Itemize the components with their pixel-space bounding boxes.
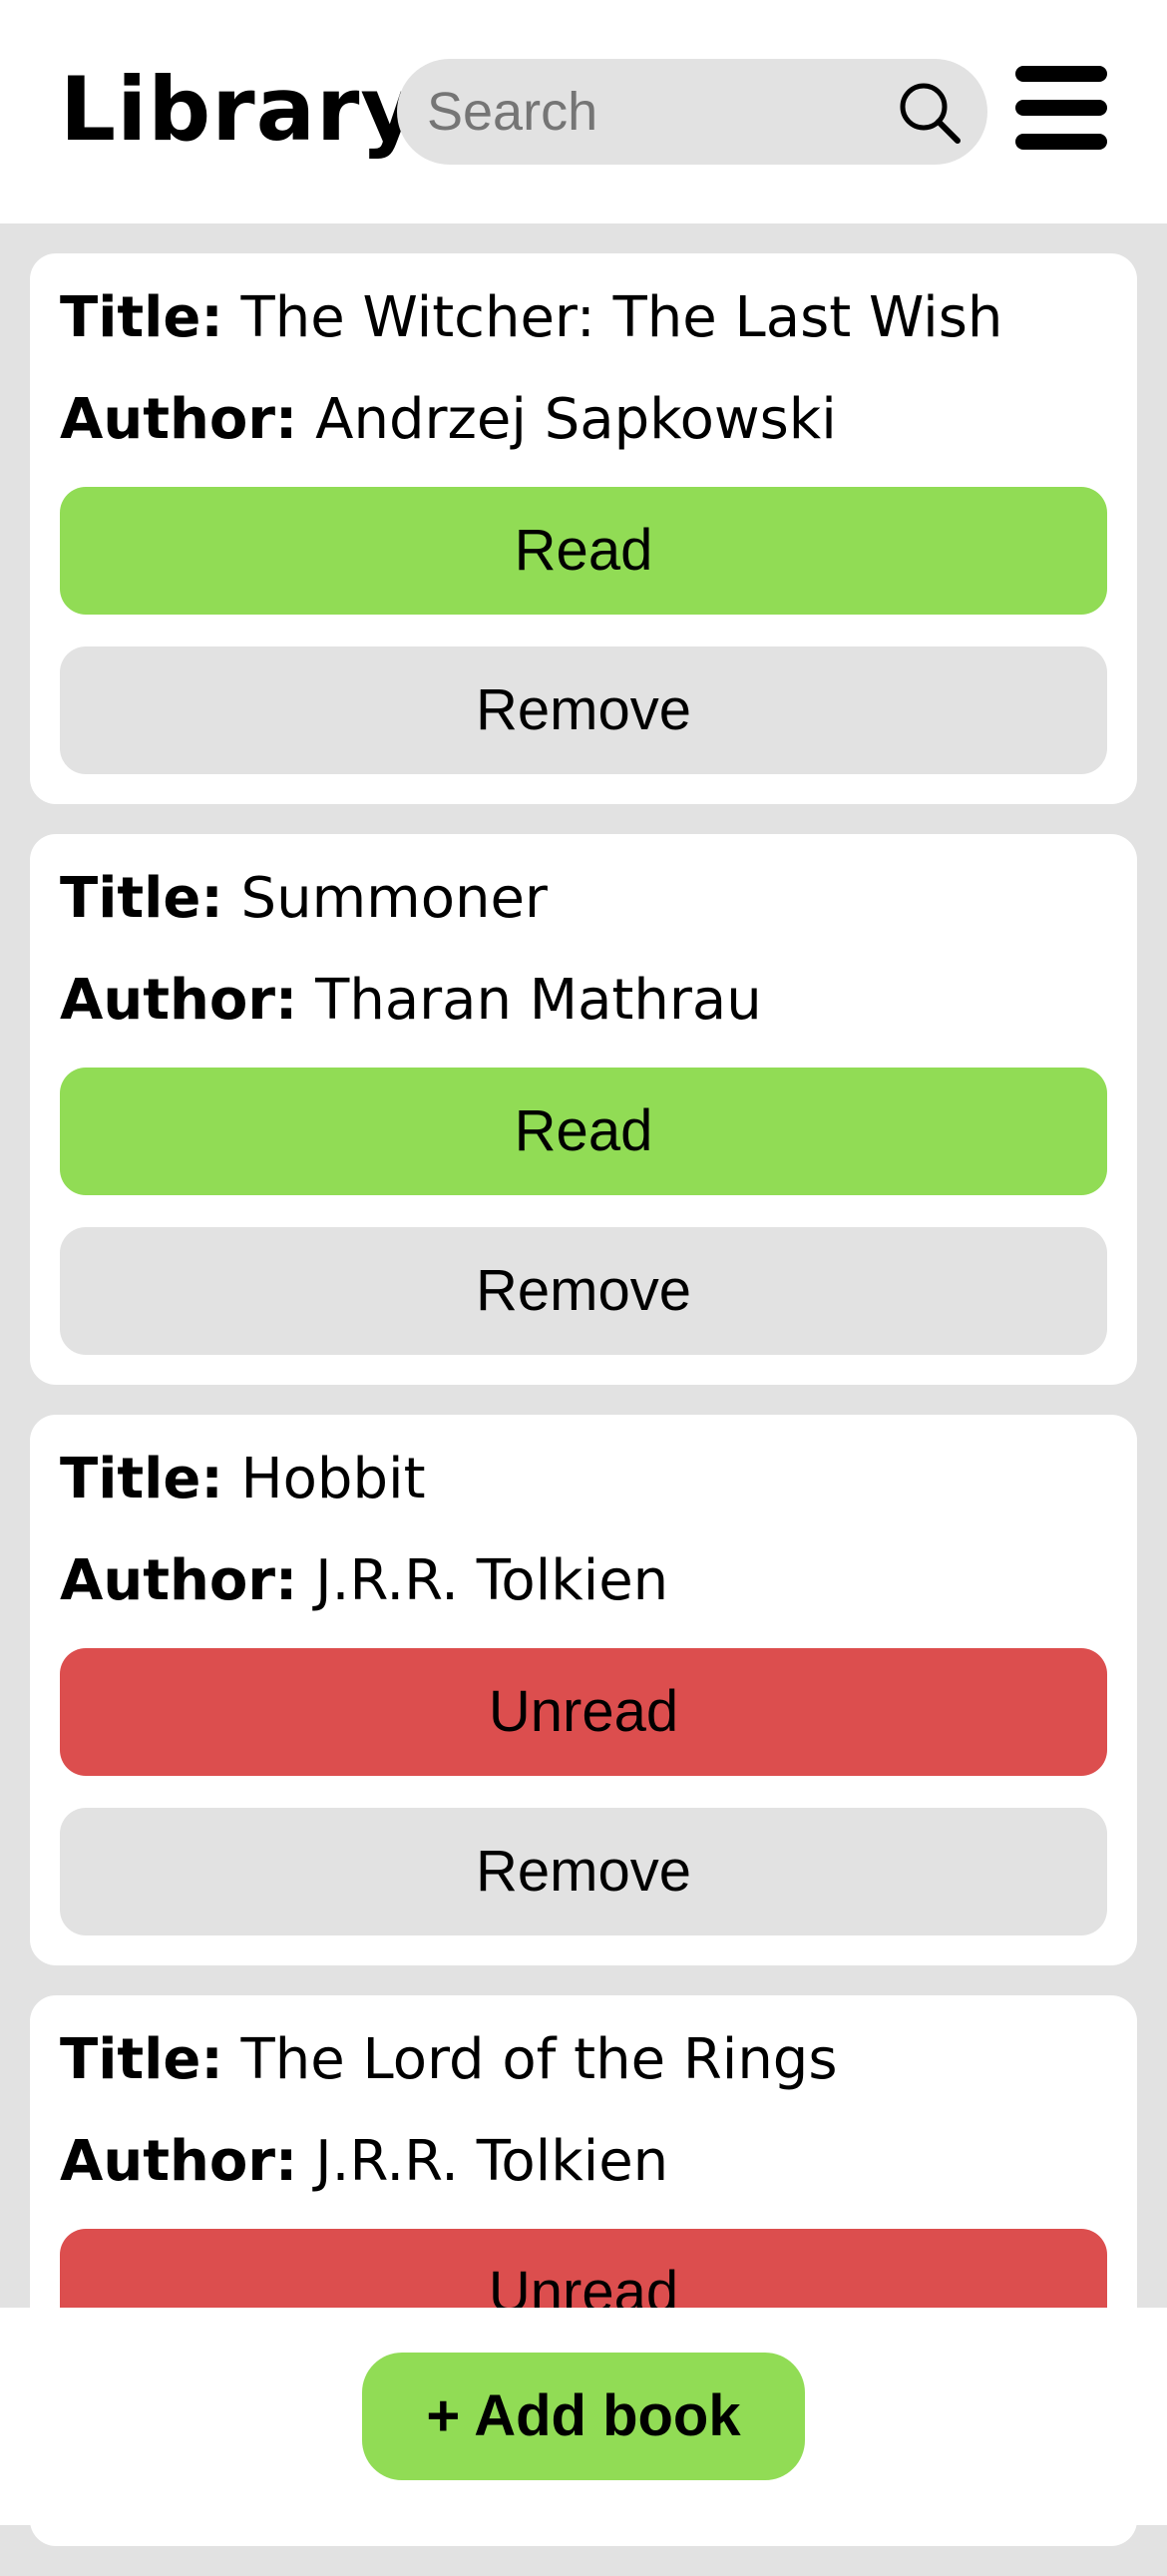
search-icon[interactable] [896, 79, 964, 147]
book-title: Title: Hobbit [60, 1445, 426, 1514]
search-bar[interactable] [397, 59, 987, 165]
app-header: Library [0, 0, 1167, 223]
author-label: Author: [60, 387, 298, 452]
book-card: Title: Summoner Author: Tharan Mathrau R… [30, 834, 1137, 1385]
app-title: Library [60, 58, 419, 161]
book-author: Author: J.R.R. Tolkien [60, 1546, 668, 1616]
unread-status-button[interactable]: Unread [60, 1648, 1107, 1776]
bottom-bar: + Add book [0, 2308, 1167, 2525]
book-title: Title: The Witcher: The Last Wish [60, 283, 1002, 353]
book-card: Title: The Witcher: The Last Wish Author… [30, 253, 1137, 804]
title-value: Hobbit [240, 1447, 426, 1511]
book-author: Author: Andrzej Sapkowski [60, 385, 837, 455]
read-status-button[interactable]: Read [60, 487, 1107, 615]
title-label: Title: [60, 285, 223, 350]
search-input[interactable] [427, 59, 866, 165]
remove-button[interactable]: Remove [60, 1227, 1107, 1355]
author-value: J.R.R. Tolkien [315, 2129, 669, 2194]
title-value: The Witcher: The Last Wish [240, 285, 1003, 350]
author-value: Tharan Mathrau [315, 968, 762, 1033]
remove-button[interactable]: Remove [60, 1808, 1107, 1935]
book-author: Author: Tharan Mathrau [60, 966, 762, 1036]
book-title: Title: Summoner [60, 864, 548, 934]
title-label: Title: [60, 866, 223, 931]
title-label: Title: [60, 2027, 223, 2092]
author-label: Author: [60, 1548, 298, 1613]
title-value: The Lord of the Rings [240, 2027, 838, 2092]
author-value: J.R.R. Tolkien [315, 1548, 669, 1613]
book-card: Title: Hobbit Author: J.R.R. Tolkien Unr… [30, 1415, 1137, 1965]
book-list: Title: The Witcher: The Last Wish Author… [30, 253, 1137, 2576]
book-author: Author: J.R.R. Tolkien [60, 2127, 668, 2197]
title-value: Summoner [240, 866, 548, 931]
hamburger-menu-icon[interactable] [1015, 66, 1107, 150]
add-book-button[interactable]: + Add book [362, 2353, 805, 2480]
read-status-button[interactable]: Read [60, 1068, 1107, 1195]
author-label: Author: [60, 2129, 298, 2194]
remove-button[interactable]: Remove [60, 646, 1107, 774]
title-label: Title: [60, 1447, 223, 1511]
author-label: Author: [60, 968, 298, 1033]
book-title: Title: The Lord of the Rings [60, 2025, 838, 2095]
author-value: Andrzej Sapkowski [315, 387, 837, 452]
